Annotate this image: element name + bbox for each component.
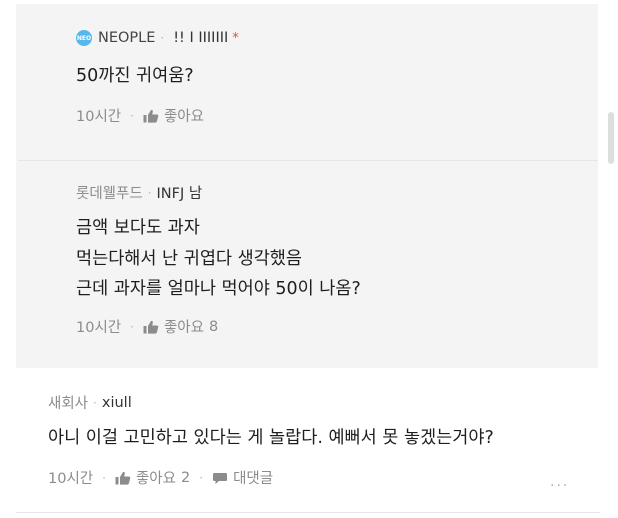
separator-dot: · — [102, 470, 106, 485]
separator-dot: · — [199, 470, 204, 485]
reply-2-nickname[interactable]: 롯데웰푸드 — [76, 182, 143, 203]
scrollbar[interactable] — [608, 112, 614, 164]
comment-meta: 새회사 · xiull — [48, 392, 132, 413]
separator-dot: · — [130, 108, 134, 123]
neople-badge-icon: NEO — [76, 30, 92, 46]
reply-1-nickname[interactable]: NEOPLE — [98, 30, 155, 46]
reply-2-time: 10시간 — [76, 320, 122, 336]
comment-like-button[interactable]: 좋아요 2 — [115, 467, 190, 488]
thumbs-up-icon — [143, 320, 159, 334]
reply-2-like-button[interactable]: 좋아요 8 — [143, 316, 218, 337]
more-options-icon[interactable]: ··· — [550, 478, 569, 494]
comment-reply-button[interactable]: 대댓글 — [212, 467, 273, 488]
reply-2-like-label: 좋아요 — [163, 320, 204, 336]
thumbs-up-icon — [115, 471, 131, 485]
comment-reply-label: 대댓글 — [233, 471, 274, 487]
thumbs-up-icon — [143, 109, 159, 123]
reply-1-tag: !! I IIIIIII — [173, 30, 229, 46]
divider — [18, 160, 598, 161]
reply-2-like-count: 8 — [209, 318, 219, 335]
speech-bubble-icon — [213, 472, 228, 484]
reply-1-star-icon: * — [232, 30, 239, 46]
reply-1-text: 50까진 귀여움? — [76, 66, 194, 86]
comment-text: 아니 이걸 고민하고 있다는 게 놀랍다. 예뻐서 못 놓겠는거야? — [48, 428, 494, 448]
reply-1-meta: NEO NEOPLE · !! I IIIIIII * — [76, 30, 239, 46]
reply-1-like-button[interactable]: 좋아요 — [143, 105, 204, 126]
comment-like-label: 좋아요 — [135, 471, 176, 487]
separator-dot: · — [147, 185, 152, 200]
separator-dot: · — [130, 319, 134, 334]
separator-dot: · — [93, 395, 97, 410]
reply-1-time: 10시간 — [76, 109, 122, 125]
separator-dot: · — [160, 31, 165, 45]
comment-tag: xiull — [101, 394, 132, 411]
comment-nickname[interactable]: 새회사 — [48, 392, 88, 413]
reply-2-actions: 10시간 · 좋아요 8 — [76, 316, 218, 337]
divider — [16, 512, 600, 513]
comment-time: 10시간 — [48, 471, 94, 487]
reply-1-like-label: 좋아요 — [163, 109, 204, 125]
reply-1-actions: 10시간 · 좋아요 — [76, 105, 204, 126]
reply-2-meta: 롯데웰푸드 · INFJ 남 — [76, 182, 202, 203]
reply-2-tag: INFJ 남 — [156, 186, 203, 202]
reply-2-text: 금액 보다도 과자 먹는다해서 난 귀엽다 생각했음 근데 과자를 얼마나 먹어… — [76, 218, 361, 299]
comment-actions: 10시간 · 좋아요 2 · 대댓글 — [48, 467, 273, 488]
comment-like-count: 2 — [181, 469, 191, 486]
